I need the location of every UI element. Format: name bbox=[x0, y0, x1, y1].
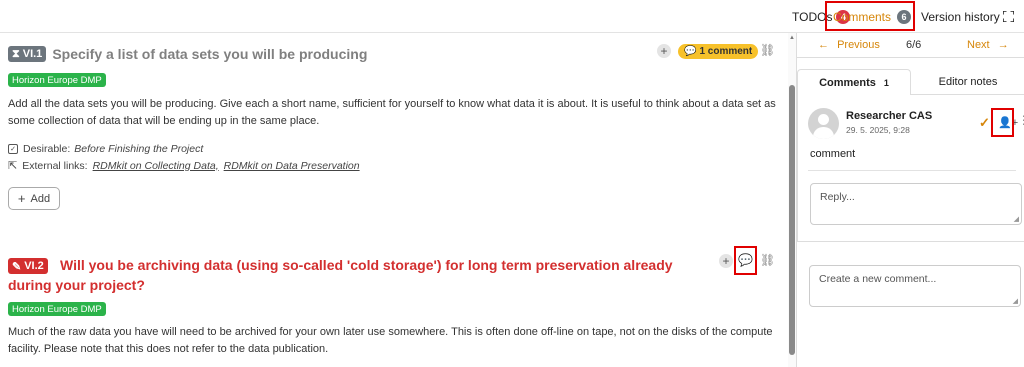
external-links-line: ⇱ External links: RDMkit on Collecting D… bbox=[8, 159, 360, 173]
question-title: Specify a list of data sets you will be … bbox=[52, 46, 368, 62]
highlight-comments-button bbox=[734, 246, 757, 275]
arrow-left-icon: ← bbox=[818, 39, 829, 51]
comment-thread: Researcher CAS 29. 5. 2025, 9:28 ✓ 👤+ ⋮ … bbox=[797, 95, 1024, 242]
link-icon[interactable]: ⛓ bbox=[760, 253, 775, 267]
comment-text: comment bbox=[810, 148, 856, 160]
comments-pill-label: 1 comment bbox=[699, 46, 753, 57]
fullscreen-button[interactable] bbox=[1003, 0, 1014, 33]
plus-icon: + bbox=[17, 191, 26, 206]
highlight-assign-button bbox=[991, 108, 1014, 137]
new-comment-placeholder: Create a new comment... bbox=[819, 273, 937, 285]
comment-date: 29. 5. 2025, 9:28 bbox=[846, 125, 910, 135]
panel-tabs: Comments 1 Editor notes bbox=[797, 69, 1024, 95]
previous-label: Previous bbox=[837, 39, 880, 51]
add-comment-button[interactable]: + bbox=[657, 44, 671, 58]
arrow-right-icon: → bbox=[997, 39, 1009, 51]
new-comment-input[interactable]: Create a new comment... ◢ bbox=[809, 265, 1021, 307]
thread-position: 6/6 bbox=[906, 39, 922, 51]
resize-grip-icon[interactable]: ◢ bbox=[1013, 297, 1018, 305]
question-title: Will you be archiving data (using so-cal… bbox=[8, 257, 673, 293]
highlight-comments-tab bbox=[825, 1, 915, 31]
tag-badge: Horizon Europe DMP bbox=[8, 302, 106, 316]
tab-comments-count: 1 bbox=[883, 77, 889, 88]
previous-button[interactable]: ← Previous bbox=[818, 39, 880, 51]
question-description: Add all the data sets you will be produc… bbox=[8, 98, 776, 127]
link-icon[interactable]: ⛓ bbox=[760, 43, 775, 57]
expand-icon bbox=[1003, 11, 1014, 22]
plus-icon: + bbox=[660, 44, 668, 58]
reply-placeholder: Reply... bbox=[820, 191, 855, 203]
next-label: Next bbox=[967, 39, 990, 51]
comments-icon: 💬 bbox=[684, 46, 697, 57]
tab-comments[interactable]: Comments 1 bbox=[797, 69, 911, 95]
desirable-value: Before Finishing the Project bbox=[74, 143, 204, 155]
desirable-label: Desirable: bbox=[23, 143, 71, 155]
plus-icon: + bbox=[722, 254, 730, 268]
question-description: Much of the raw data you have will need … bbox=[8, 326, 773, 355]
avatar bbox=[808, 108, 839, 139]
scroll-up-arrow-icon[interactable]: ▲ bbox=[788, 35, 796, 41]
external-link[interactable]: RDMkit on Data Preservation bbox=[224, 160, 360, 172]
version-history-tab[interactable]: Version history bbox=[921, 0, 1000, 33]
version-history-label: Version history bbox=[921, 9, 1000, 24]
question-vi1-header: ⧗ VI.1 Specify a list of data sets you w… bbox=[8, 46, 367, 62]
question-number-badge: ⧗ VI.1 bbox=[8, 46, 47, 62]
question-number: VI.1 bbox=[22, 48, 43, 60]
divider bbox=[808, 170, 1016, 171]
content-scrollbar[interactable]: ▲ bbox=[788, 33, 796, 367]
comments-pill-button[interactable]: 💬 1 comment bbox=[678, 44, 759, 59]
reply-input[interactable]: Reply... ◢ bbox=[810, 183, 1022, 225]
tab-comments-label: Comments bbox=[819, 76, 876, 89]
comments-panel: ← Previous 6/6 Next → Comments 1 Editor … bbox=[796, 33, 1024, 367]
tab-editor-notes[interactable]: Editor notes bbox=[911, 69, 1024, 95]
external-link[interactable]: RDMkit on Collecting Data, bbox=[93, 160, 219, 172]
external-link-icon: ⇱ bbox=[8, 160, 18, 172]
next-button[interactable]: Next → bbox=[967, 39, 1009, 51]
resize-grip-icon[interactable]: ◢ bbox=[1014, 215, 1019, 223]
scrollbar-thumb[interactable] bbox=[789, 85, 795, 355]
external-links-label: External links: bbox=[22, 159, 88, 172]
thread-navigation: ← Previous 6/6 Next → bbox=[797, 33, 1024, 58]
comment-author: Researcher CAS bbox=[846, 110, 933, 122]
add-item-button[interactable]: + Add bbox=[8, 187, 60, 210]
tag-badge: Horizon Europe DMP bbox=[8, 73, 106, 87]
more-options-icon[interactable]: ⋮ bbox=[1018, 113, 1024, 127]
hourglass-icon: ⧗ bbox=[12, 47, 20, 60]
add-comment-button[interactable]: + bbox=[719, 254, 733, 268]
resolve-check-icon[interactable]: ✓ bbox=[979, 115, 990, 131]
checkbox-icon: ✓ bbox=[8, 144, 18, 154]
questionnaire-content: ⧗ VI.1 Specify a list of data sets you w… bbox=[0, 33, 788, 367]
add-label: Add bbox=[30, 192, 51, 205]
tab-editor-notes-label: Editor notes bbox=[938, 75, 998, 88]
desirable-line: ✓ Desirable: Before Finishing the Projec… bbox=[8, 143, 203, 155]
